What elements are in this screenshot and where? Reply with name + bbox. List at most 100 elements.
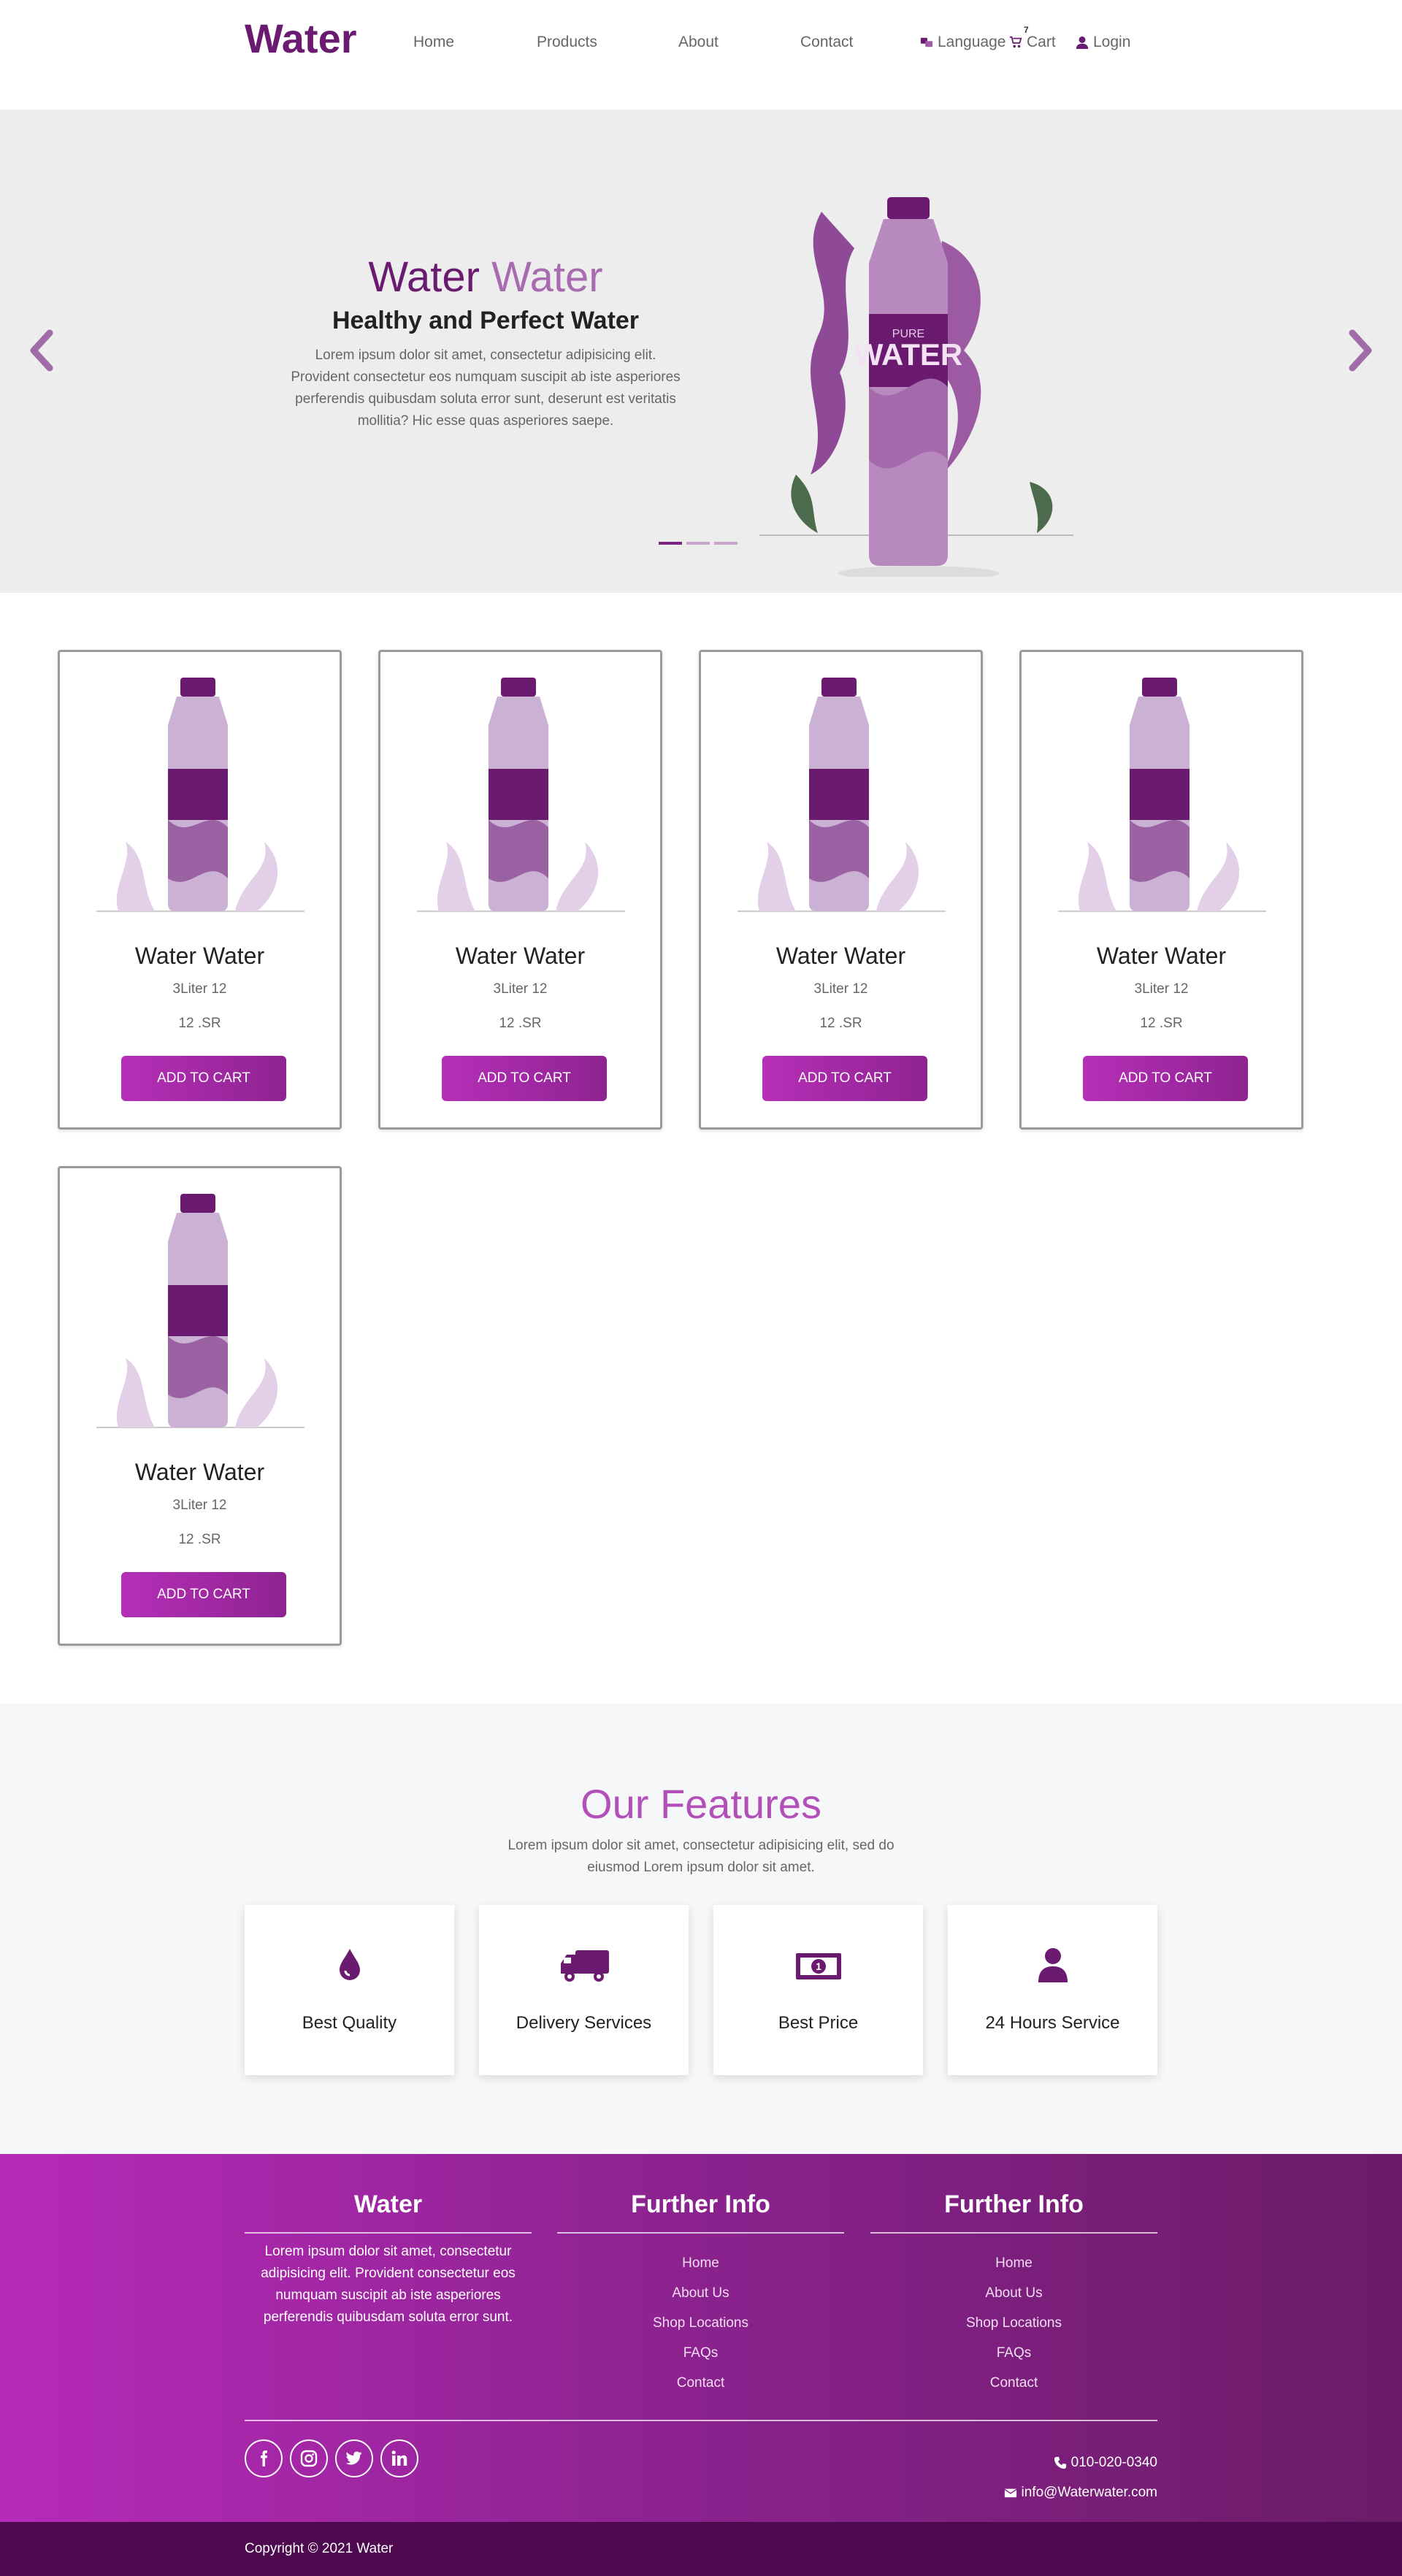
product-price: 12 .SR bbox=[1140, 1016, 1183, 1031]
footer-link-shop-locations[interactable]: Shop Locations bbox=[557, 2308, 844, 2338]
linkedin-link[interactable] bbox=[380, 2439, 418, 2477]
product-name: Water Water bbox=[455, 943, 586, 969]
language-label: Language bbox=[938, 34, 1006, 50]
footer-link-faqs[interactable]: FAQs bbox=[557, 2338, 844, 2368]
product-image bbox=[1058, 678, 1266, 912]
footer-link-home[interactable]: Home bbox=[870, 2248, 1157, 2278]
product-image bbox=[417, 678, 625, 912]
hero-description: Lorem ipsum dolor sit amet, consectetur … bbox=[291, 348, 681, 429]
navbar: Water Home Products About Contact Langua… bbox=[0, 0, 1402, 110]
bottle-label-main: WATER bbox=[854, 337, 963, 372]
user-icon bbox=[1076, 36, 1089, 49]
feature-label: Delivery Services bbox=[516, 2013, 652, 2033]
twitter-icon bbox=[345, 2451, 362, 2465]
product-name: Water Water bbox=[134, 1459, 265, 1485]
footer-link-about-us[interactable]: About Us bbox=[870, 2278, 1157, 2308]
product-price: 12 .SR bbox=[499, 1016, 542, 1031]
footer-about-text: Lorem ipsum dolor sit amet, consectetur … bbox=[261, 2244, 516, 2325]
nav-link-products[interactable]: Products bbox=[537, 34, 597, 51]
add-to-cart-button[interactable]: ADD TO CART bbox=[121, 1572, 286, 1617]
cart-link[interactable]: Cart bbox=[1009, 34, 1056, 51]
carousel-indicator-1[interactable] bbox=[659, 542, 682, 545]
facebook-link[interactable] bbox=[245, 2439, 283, 2477]
footer-email[interactable]: info@Waterwater.com bbox=[1004, 2485, 1157, 2501]
nav-link-home[interactable]: Home bbox=[413, 34, 454, 51]
add-to-cart-button[interactable]: ADD TO CART bbox=[442, 1056, 607, 1101]
twitter-link[interactable] bbox=[335, 2439, 373, 2477]
product-size: 3Liter 12 bbox=[172, 1498, 227, 1513]
hero-bottle-illustration: PURE WATER bbox=[759, 197, 1073, 577]
feature-label: Best Price bbox=[778, 2013, 859, 2033]
product-image bbox=[96, 678, 304, 912]
carousel-indicator-2[interactable] bbox=[686, 542, 710, 545]
money-bill-icon: 1 bbox=[796, 1953, 841, 1979]
cart-icon bbox=[1009, 36, 1022, 48]
carousel-indicators bbox=[659, 542, 738, 545]
footer-link-home[interactable]: Home bbox=[557, 2248, 844, 2278]
footer: Water Lorem ipsum dolor sit amet, consec… bbox=[0, 2154, 1402, 2522]
features-section: Our Features Lorem ipsum dolor sit amet,… bbox=[0, 1703, 1402, 2154]
product-name: Water Water bbox=[775, 943, 906, 969]
email-address: info@Waterwater.com bbox=[1021, 2485, 1157, 2500]
facebook-icon bbox=[261, 2450, 267, 2466]
footer-link-faqs[interactable]: FAQs bbox=[870, 2338, 1157, 2368]
footer-link-shop-locations[interactable]: Shop Locations bbox=[870, 2308, 1157, 2338]
instagram-icon bbox=[300, 2450, 318, 2467]
feature-label: Best Quality bbox=[302, 2013, 397, 2033]
feature-card-best-quality: Best Quality bbox=[245, 1905, 454, 2075]
product-card: Water Water 3Liter 12 12 .SR ADD TO CART bbox=[378, 650, 662, 1130]
copyright-bar: Copyright © 2021 Water bbox=[0, 2522, 1402, 2576]
hero-subtitle: Healthy and Perfect Water bbox=[332, 307, 640, 334]
brand-logo[interactable]: Water bbox=[245, 15, 357, 62]
footer-divider bbox=[245, 2420, 1157, 2421]
footer-link-contact[interactable]: Contact bbox=[870, 2368, 1157, 2398]
features-description: Lorem ipsum dolor sit amet, consectetur … bbox=[507, 1838, 895, 1875]
product-card: Water Water 3Liter 12 12 .SR ADD TO CART bbox=[58, 1166, 342, 1646]
carousel-indicator-3[interactable] bbox=[714, 542, 738, 545]
hero-carousel: Water Water Healthy and Perfect Water Lo… bbox=[0, 110, 1402, 593]
hero-title-part1: Water bbox=[368, 253, 480, 301]
login-link[interactable]: Login bbox=[1076, 34, 1130, 51]
product-size: 3Liter 12 bbox=[172, 981, 227, 997]
language-selector[interactable]: Language bbox=[920, 34, 1005, 51]
product-name: Water Water bbox=[134, 943, 265, 969]
feature-card-delivery: Delivery Services bbox=[479, 1905, 689, 2075]
feature-card-best-price: 1 Best Price bbox=[713, 1905, 923, 2075]
product-price: 12 .SR bbox=[178, 1016, 221, 1031]
product-card: Water Water 3Liter 12 12 .SR ADD TO CART bbox=[1019, 650, 1303, 1130]
nav-link-about[interactable]: About bbox=[678, 34, 719, 51]
svg-text:1: 1 bbox=[816, 1960, 821, 1972]
droplet-icon bbox=[340, 1949, 360, 1980]
instagram-link[interactable] bbox=[290, 2439, 328, 2477]
footer-col-about: Water Lorem ipsum dolor sit amet, consec… bbox=[245, 2190, 532, 2328]
product-price: 12 .SR bbox=[819, 1016, 862, 1031]
login-label: Login bbox=[1093, 34, 1131, 50]
envelope-icon bbox=[1004, 2488, 1017, 2498]
carousel-next-arrow[interactable] bbox=[1347, 329, 1376, 372]
language-icon bbox=[920, 37, 933, 47]
add-to-cart-button[interactable]: ADD TO CART bbox=[762, 1056, 927, 1101]
product-size: 3Liter 12 bbox=[813, 981, 868, 997]
footer-col-title: Further Info bbox=[870, 2190, 1157, 2234]
footer-link-about-us[interactable]: About Us bbox=[557, 2278, 844, 2308]
footer-phone[interactable]: 010-020-0340 bbox=[1054, 2455, 1157, 2471]
add-to-cart-button[interactable]: ADD TO CART bbox=[1083, 1056, 1248, 1101]
footer-col-title: Water bbox=[245, 2190, 532, 2234]
product-card: Water Water 3Liter 12 12 .SR ADD TO CART bbox=[699, 650, 983, 1130]
truck-icon bbox=[561, 1950, 609, 1982]
product-size: 3Liter 12 bbox=[1134, 981, 1189, 997]
user-icon bbox=[1038, 1948, 1068, 1982]
carousel-prev-arrow[interactable] bbox=[26, 329, 55, 372]
hero-title-part2: Water bbox=[491, 253, 603, 301]
footer-col-title: Further Info bbox=[557, 2190, 844, 2234]
nav-link-contact[interactable]: Contact bbox=[800, 34, 853, 51]
footer-link-contact[interactable]: Contact bbox=[557, 2368, 844, 2398]
add-to-cart-button[interactable]: ADD TO CART bbox=[121, 1056, 286, 1101]
social-links bbox=[245, 2439, 418, 2477]
product-image bbox=[96, 1194, 304, 1428]
footer-col-further-info-2: Further Info Home About Us Shop Location… bbox=[870, 2190, 1157, 2398]
cart-label: Cart bbox=[1027, 34, 1056, 50]
feature-label: 24 Hours Service bbox=[985, 2013, 1120, 2033]
linkedin-icon bbox=[391, 2450, 407, 2466]
phone-icon bbox=[1054, 2456, 1066, 2469]
